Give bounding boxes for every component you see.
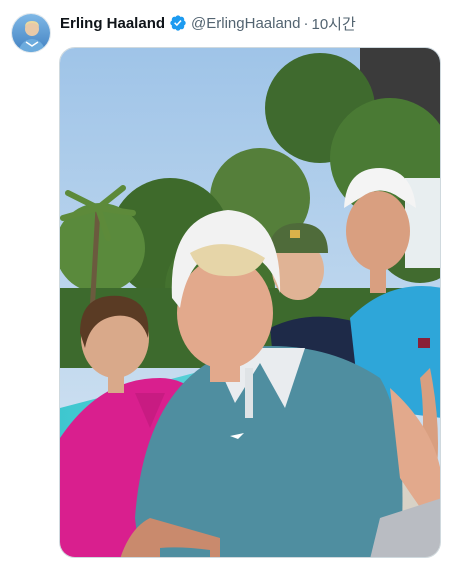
author-name[interactable]: Erling Haaland <box>60 15 165 32</box>
avatar-image <box>12 14 50 52</box>
photo-image <box>60 48 440 557</box>
tweet-header: Erling Haaland @ErlingHaaland · 10시간 <box>60 13 356 33</box>
tweet-timestamp[interactable]: 10시간 <box>311 13 355 34</box>
author-avatar[interactable] <box>11 13 51 53</box>
author-handle[interactable]: @ErlingHaaland <box>191 15 300 32</box>
verified-badge-icon <box>169 14 187 32</box>
tweet-photo[interactable] <box>59 47 441 558</box>
separator-dot: · <box>303 14 309 32</box>
